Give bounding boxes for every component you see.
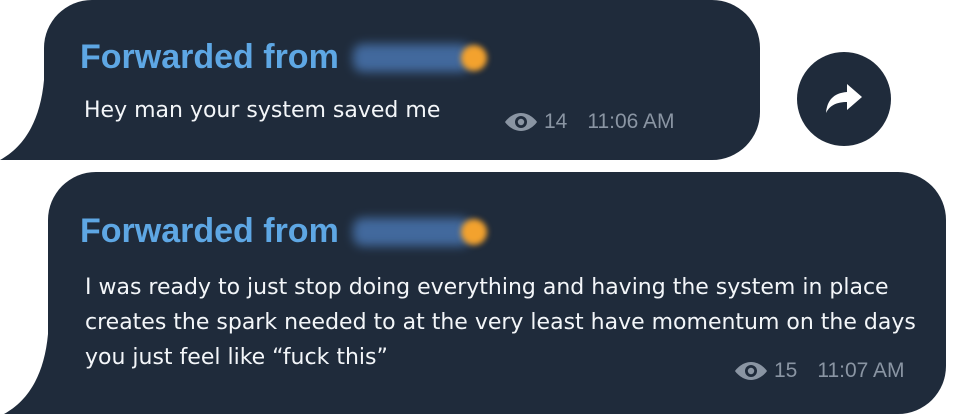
forwarded-header[interactable]: Forwarded from <box>80 212 487 251</box>
forwarded-sender-avatar-redacted <box>460 44 487 71</box>
message-meta: 14 11:06 AM <box>504 110 675 134</box>
forwarded-label: Forwarded from <box>80 212 339 250</box>
forwarded-sender-avatar-redacted <box>460 218 487 245</box>
message-time: 11:07 AM <box>817 359 905 382</box>
eye-icon <box>735 362 767 380</box>
forwarded-header[interactable]: Forwarded from <box>80 38 487 77</box>
message-bubble[interactable]: Forwarded from Hey man your system saved… <box>0 0 760 160</box>
bubble-tail <box>4 334 92 414</box>
forwarded-sender-name-redacted <box>352 43 471 72</box>
share-arrow-icon <box>826 84 862 113</box>
message-meta: 15 11:07 AM <box>734 359 905 383</box>
forwarded-label: Forwarded from <box>80 38 339 76</box>
message-text: Hey man your system saved me <box>84 98 441 123</box>
chat-canvas: Forwarded from Hey man your system saved… <box>0 0 953 414</box>
eye-icon <box>505 113 537 131</box>
share-button[interactable] <box>797 52 891 146</box>
view-count: 15 <box>774 359 798 382</box>
forwarded-sender-name-redacted <box>352 217 471 246</box>
view-count: 14 <box>544 110 568 133</box>
message-time: 11:06 AM <box>587 110 675 133</box>
bubble-tail <box>0 80 88 160</box>
message-bubble[interactable]: Forwarded from I was ready to just stop … <box>4 172 946 414</box>
